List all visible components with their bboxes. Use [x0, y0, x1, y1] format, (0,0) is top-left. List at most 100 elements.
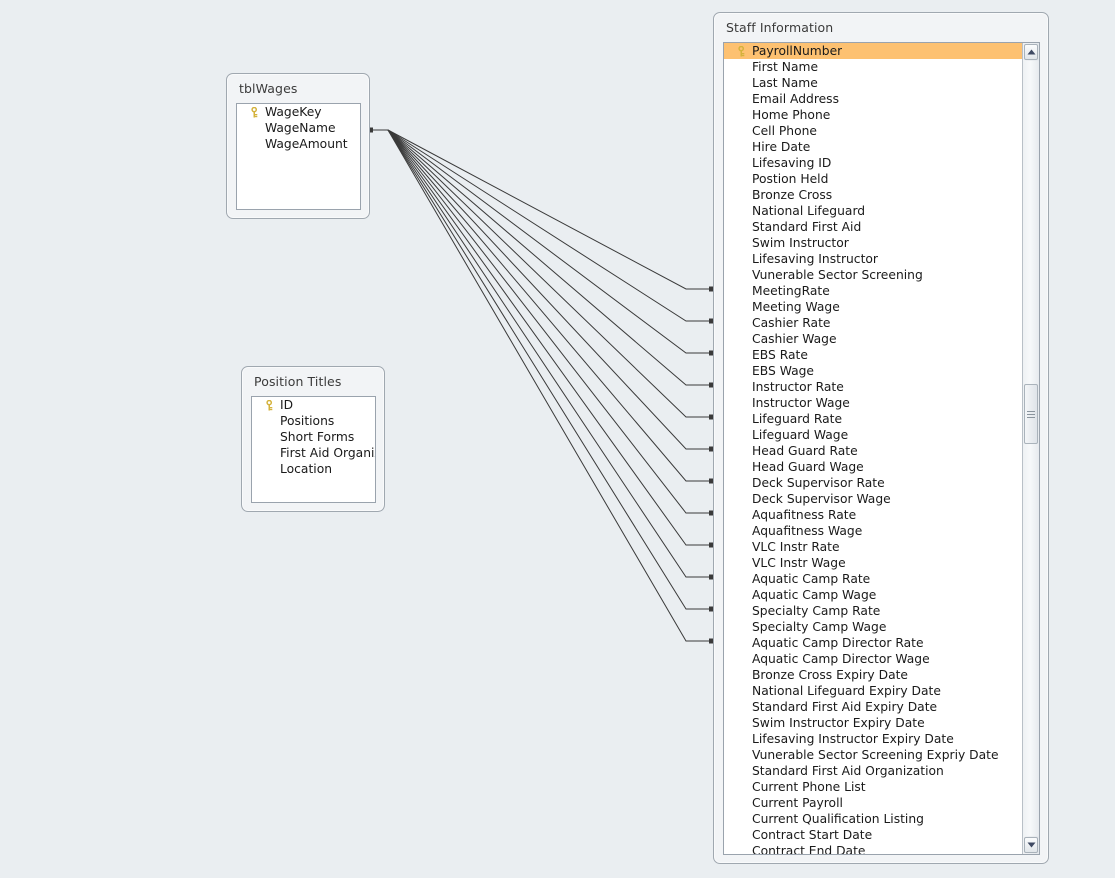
field-label: PayrollNumber: [752, 44, 843, 58]
field-row[interactable]: Contract End Date: [724, 843, 1022, 854]
field-label: Lifesaving Instructor Expiry Date: [752, 732, 954, 746]
field-label: Postion Held: [752, 172, 829, 186]
field-label: Specialty Camp Wage: [752, 620, 887, 634]
field-list-tblwages[interactable]: WageKey WageName WageAmount: [236, 103, 361, 210]
field-row[interactable]: Head Guard Wage: [724, 459, 1022, 475]
field-label: Lifesaving Instructor: [752, 252, 878, 266]
field-row[interactable]: Instructor Rate: [724, 379, 1022, 395]
field-row[interactable]: Last Name: [724, 75, 1022, 91]
field-row[interactable]: Swim Instructor: [724, 235, 1022, 251]
field-row[interactable]: Contract Start Date: [724, 827, 1022, 843]
field-label: Aquafitness Wage: [752, 524, 863, 538]
scroll-up-button[interactable]: [1024, 44, 1038, 60]
field-row[interactable]: Lifesaving Instructor: [724, 251, 1022, 267]
field-key-slot: [730, 45, 752, 57]
primary-key-icon: [250, 106, 257, 117]
field-list-position-titles[interactable]: ID Positions Short Forms First Aid Organiza…: [251, 396, 376, 503]
field-row[interactable]: Lifeguard Wage: [724, 427, 1022, 443]
scrollbar-thumb[interactable]: [1024, 384, 1038, 444]
field-row[interactable]: Standard First Aid Expiry Date: [724, 699, 1022, 715]
vertical-scrollbar[interactable]: [1022, 43, 1039, 854]
field-row[interactable]: First Aid Organizat: [252, 445, 375, 461]
field-row[interactable]: Short Forms: [252, 429, 375, 445]
field-row[interactable]: Lifesaving Instructor Expiry Date: [724, 731, 1022, 747]
field-row[interactable]: Current Qualification Listing: [724, 811, 1022, 827]
table-window-staff-information[interactable]: Staff Information PayrollNumber First Nam…: [713, 12, 1049, 864]
field-row[interactable]: Vunerable Sector Screening: [724, 267, 1022, 283]
field-label: VLC Instr Wage: [752, 556, 846, 570]
field-label: Meeting Wage: [752, 300, 840, 314]
field-row[interactable]: WageKey: [237, 104, 360, 120]
field-row[interactable]: National Lifeguard Expiry Date: [724, 683, 1022, 699]
field-row[interactable]: Current Payroll: [724, 795, 1022, 811]
field-row[interactable]: Home Phone: [724, 107, 1022, 123]
field-row[interactable]: Specialty Camp Rate: [724, 603, 1022, 619]
field-row[interactable]: Instructor Wage: [724, 395, 1022, 411]
field-row[interactable]: Swim Instructor Expiry Date: [724, 715, 1022, 731]
scrollbar-track[interactable]: [1023, 61, 1039, 836]
field-row[interactable]: EBS Wage: [724, 363, 1022, 379]
field-label: Instructor Wage: [752, 396, 850, 410]
field-label: Current Phone List: [752, 780, 866, 794]
field-row[interactable]: Location: [252, 461, 375, 477]
field-row[interactable]: Specialty Camp Wage: [724, 619, 1022, 635]
field-row[interactable]: Aquafitness Wage: [724, 523, 1022, 539]
field-label: Head Guard Wage: [752, 460, 864, 474]
field-row[interactable]: WageAmount: [237, 136, 360, 152]
table-window-position-titles[interactable]: Position Titles ID Positions Short Forms Fi…: [241, 366, 385, 512]
field-row[interactable]: Cashier Rate: [724, 315, 1022, 331]
field-label: Aquatic Camp Wage: [752, 588, 877, 602]
field-row[interactable]: Lifesaving ID: [724, 155, 1022, 171]
field-row[interactable]: Bronze Cross: [724, 187, 1022, 203]
field-row[interactable]: Cell Phone: [724, 123, 1022, 139]
field-row[interactable]: VLC Instr Wage: [724, 555, 1022, 571]
field-row[interactable]: WageName: [237, 120, 360, 136]
relationship-line: [387, 129, 712, 450]
field-row[interactable]: EBS Rate: [724, 347, 1022, 363]
primary-key-icon: [265, 399, 272, 410]
field-row[interactable]: Aquafitness Rate: [724, 507, 1022, 523]
field-row[interactable]: ID: [252, 397, 375, 413]
field-label: Bronze Cross: [752, 188, 833, 202]
field-row[interactable]: Postion Held: [724, 171, 1022, 187]
field-rows-staff-information: PayrollNumber First Name Last Name Email Ad…: [724, 43, 1022, 854]
field-row[interactable]: Aquatic Camp Director Wage: [724, 651, 1022, 667]
scroll-down-button[interactable]: [1024, 837, 1038, 853]
field-label: Location: [280, 462, 333, 476]
field-label: Deck Supervisor Wage: [752, 492, 891, 506]
field-row[interactable]: Lifeguard Rate: [724, 411, 1022, 427]
field-label: Swim Instructor: [752, 236, 849, 250]
field-row[interactable]: Aquatic Camp Rate: [724, 571, 1022, 587]
field-row[interactable]: Aquatic Camp Wage: [724, 587, 1022, 603]
field-label: Current Payroll: [752, 796, 843, 810]
field-label: MeetingRate: [752, 284, 830, 298]
field-row[interactable]: Hire Date: [724, 139, 1022, 155]
field-row[interactable]: Standard First Aid Organization: [724, 763, 1022, 779]
field-row[interactable]: Deck Supervisor Rate: [724, 475, 1022, 491]
field-label: Specialty Camp Rate: [752, 604, 881, 618]
field-row[interactable]: Cashier Wage: [724, 331, 1022, 347]
field-row[interactable]: Bronze Cross Expiry Date: [724, 667, 1022, 683]
field-row-selected[interactable]: PayrollNumber: [724, 43, 1022, 59]
relationship-line: [387, 129, 712, 546]
field-row[interactable]: First Name: [724, 59, 1022, 75]
field-row[interactable]: Meeting Wage: [724, 299, 1022, 315]
field-row[interactable]: Email Address: [724, 91, 1022, 107]
field-label: Vunerable Sector Screening Expriy Date: [752, 748, 999, 762]
field-label: Lifesaving ID: [752, 156, 832, 170]
field-row[interactable]: Vunerable Sector Screening Expriy Date: [724, 747, 1022, 763]
field-row[interactable]: MeetingRate: [724, 283, 1022, 299]
field-row[interactable]: VLC Instr Rate: [724, 539, 1022, 555]
field-row[interactable]: Head Guard Rate: [724, 443, 1022, 459]
field-row[interactable]: National Lifeguard: [724, 203, 1022, 219]
field-row[interactable]: Deck Supervisor Wage: [724, 491, 1022, 507]
field-label: WageAmount: [265, 137, 348, 151]
field-row[interactable]: Current Phone List: [724, 779, 1022, 795]
field-label: Cashier Rate: [752, 316, 831, 330]
table-window-tblwages[interactable]: tblWages WageKey WageName WageAmount: [226, 73, 370, 219]
field-row[interactable]: Positions: [252, 413, 375, 429]
field-row[interactable]: Standard First Aid: [724, 219, 1022, 235]
field-list-staff-information[interactable]: PayrollNumber First Name Last Name Email Ad…: [723, 42, 1040, 855]
field-row[interactable]: Aquatic Camp Director Rate: [724, 635, 1022, 651]
field-label: EBS Wage: [752, 364, 814, 378]
